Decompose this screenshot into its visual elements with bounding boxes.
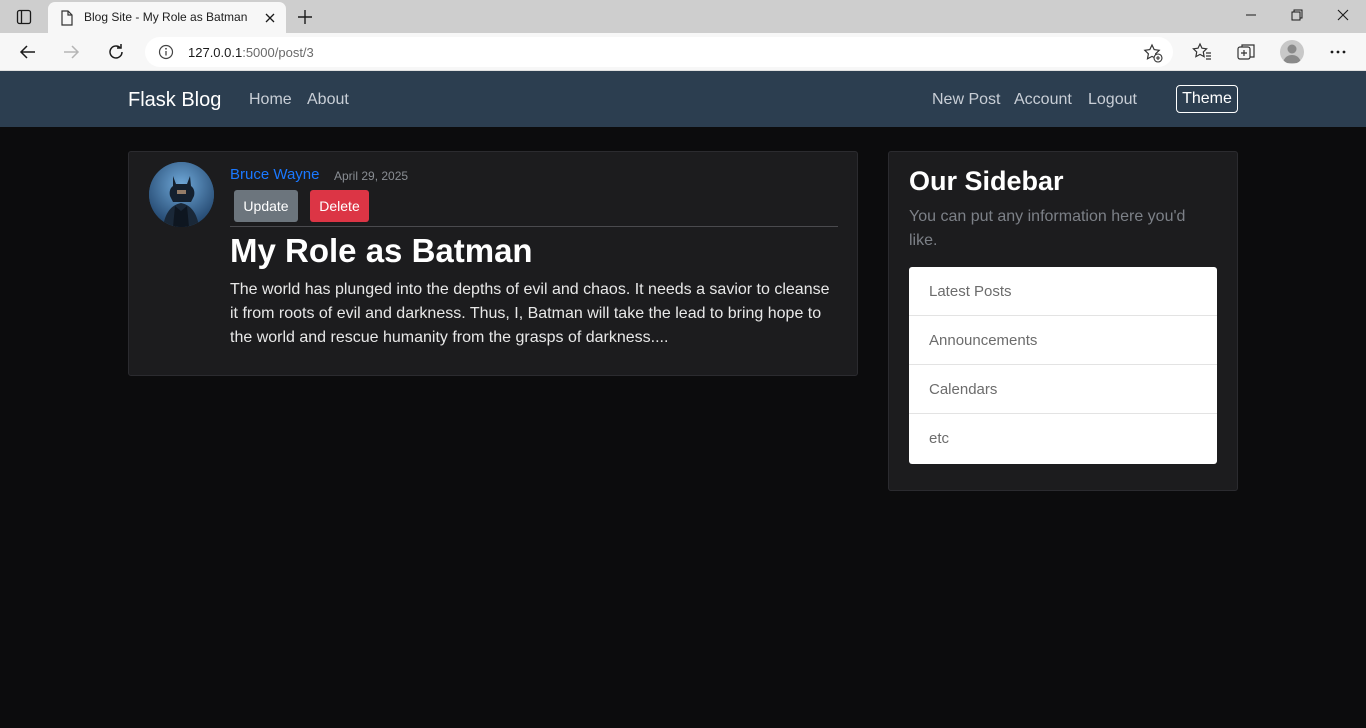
info-icon[interactable] bbox=[158, 44, 174, 65]
post-title: My Role as Batman bbox=[230, 232, 533, 269]
author-avatar bbox=[149, 162, 214, 227]
forward-arrow-icon[interactable] bbox=[58, 39, 84, 65]
nav-link-logout[interactable]: Logout bbox=[1088, 91, 1137, 109]
page-icon bbox=[60, 10, 74, 31]
update-button[interactable]: Update bbox=[234, 190, 298, 222]
restore-icon[interactable] bbox=[1284, 4, 1310, 26]
add-favorite-icon[interactable] bbox=[1143, 43, 1163, 68]
url-text[interactable]: 127.0.0.1:5000/post/3 bbox=[188, 45, 314, 60]
sidebar: Our Sidebar You can put any information … bbox=[888, 151, 1238, 491]
nav-link-about[interactable]: About bbox=[307, 91, 349, 109]
post-body: The world has plunged into the depths of… bbox=[230, 281, 830, 346]
collections-icon[interactable] bbox=[1235, 41, 1257, 63]
post-date: April 29, 2025 bbox=[334, 169, 409, 183]
delete-button[interactable]: Delete bbox=[310, 190, 369, 222]
sidebar-item-latest-posts[interactable]: Latest Posts bbox=[909, 267, 1217, 316]
sidebar-description: You can put any information here you'd l… bbox=[909, 208, 1186, 249]
browser-toolbar: 127.0.0.1:5000/post/3 bbox=[0, 33, 1366, 71]
minimize-icon[interactable] bbox=[1238, 4, 1264, 26]
nav-link-home[interactable]: Home bbox=[249, 91, 292, 109]
sidebar-item-calendars[interactable]: Calendars bbox=[909, 365, 1217, 414]
nav-link-new-post[interactable]: New Post bbox=[932, 91, 1000, 109]
sidebar-title: Our Sidebar bbox=[909, 166, 1064, 196]
more-options-icon[interactable] bbox=[1327, 41, 1349, 63]
browser-tab-active[interactable]: Blog Site - My Role as Batman bbox=[48, 2, 286, 33]
tab-actions-icon[interactable] bbox=[10, 6, 38, 28]
sidebar-list: Latest Posts Announcements Calendars etc bbox=[909, 267, 1217, 464]
nav-link-account[interactable]: Account bbox=[1014, 91, 1072, 109]
sidebar-item-announcements[interactable]: Announcements bbox=[909, 316, 1217, 365]
browser-tabstrip: Blog Site - My Role as Batman bbox=[0, 0, 1366, 33]
sidebar-item-etc[interactable]: etc bbox=[909, 414, 1217, 463]
tab-title: Blog Site - My Role as Batman bbox=[84, 10, 248, 24]
post-card: Bruce Wayne April 29, 2025 Update Delete… bbox=[128, 151, 858, 376]
address-bar[interactable]: 127.0.0.1:5000/post/3 bbox=[145, 37, 1173, 67]
profile-avatar-icon[interactable] bbox=[1280, 40, 1304, 64]
refresh-icon[interactable] bbox=[103, 39, 129, 65]
window-close-icon[interactable] bbox=[1330, 4, 1356, 26]
divider bbox=[230, 226, 838, 227]
url-path: :5000/post/3 bbox=[242, 45, 314, 60]
url-host: 127.0.0.1 bbox=[188, 45, 243, 60]
new-tab-icon[interactable] bbox=[294, 6, 316, 28]
back-arrow-icon[interactable] bbox=[15, 39, 41, 65]
author-link[interactable]: Bruce Wayne bbox=[230, 166, 319, 183]
favorites-icon[interactable] bbox=[1191, 41, 1213, 63]
brand-link[interactable]: Flask Blog bbox=[128, 89, 221, 112]
site-navbar: Flask Blog Home About New Post Account L… bbox=[0, 71, 1366, 127]
theme-toggle-button[interactable]: Theme bbox=[1176, 85, 1238, 113]
close-icon[interactable] bbox=[262, 10, 278, 26]
